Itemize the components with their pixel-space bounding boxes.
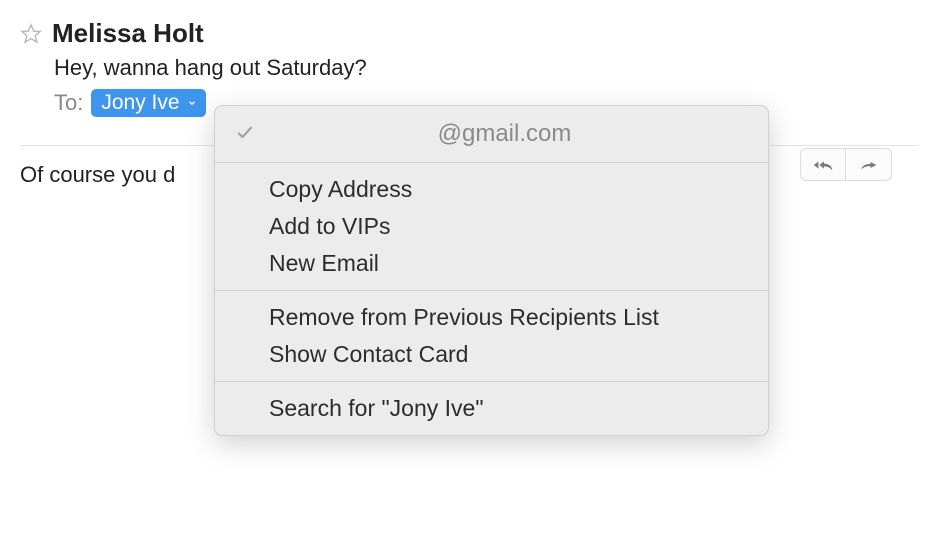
message-body-preview: Of course you d: [20, 162, 175, 187]
chevron-down-icon: [186, 97, 198, 109]
menu-item-remove-from-list[interactable]: Remove from Previous Recipients List: [215, 299, 768, 336]
recipient-context-menu: @gmail.com Copy Address Add to VIPs New …: [214, 105, 769, 436]
recipient-chip[interactable]: Jony Ive: [91, 89, 205, 117]
menu-item-add-to-vips[interactable]: Add to VIPs: [215, 208, 768, 245]
sender-name: Melissa Holt: [52, 18, 204, 49]
checkmark-icon: [235, 122, 265, 147]
menu-item-copy-address[interactable]: Copy Address: [215, 171, 768, 208]
subject-text: Hey, wanna hang out Saturday?: [54, 55, 367, 80]
forward-button[interactable]: [846, 148, 892, 181]
reply-all-button[interactable]: [800, 148, 846, 181]
recipient-name: Jony Ive: [101, 91, 179, 115]
menu-header: @gmail.com: [215, 106, 768, 162]
menu-item-new-email[interactable]: New Email: [215, 245, 768, 282]
menu-header-email: @gmail.com: [265, 120, 744, 148]
menu-item-show-contact-card[interactable]: Show Contact Card: [215, 336, 768, 373]
menu-item-search[interactable]: Search for "Jony Ive": [215, 390, 768, 427]
to-label: To:: [54, 90, 83, 116]
star-icon[interactable]: [20, 23, 42, 45]
